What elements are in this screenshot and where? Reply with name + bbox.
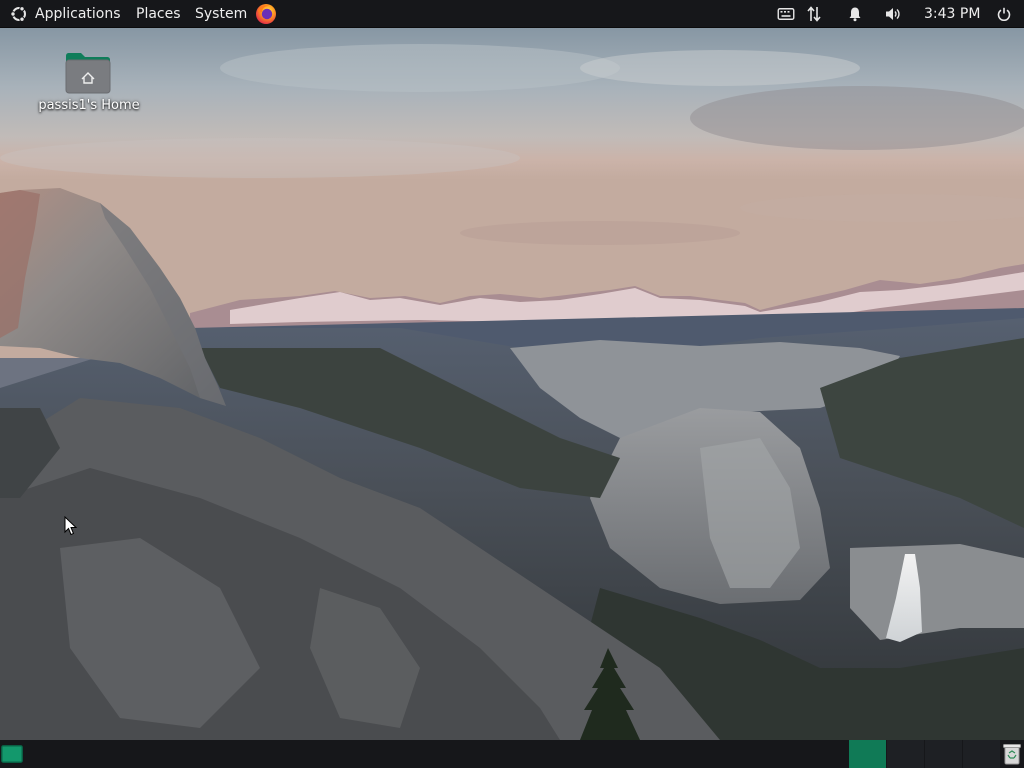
system-menu[interactable]: System xyxy=(195,0,247,28)
desktop[interactable]: passis1's Home xyxy=(0,28,1024,740)
home-folder-desktop-icon[interactable]: passis1's Home xyxy=(30,52,148,124)
workspace-switcher-2[interactable] xyxy=(887,740,924,768)
applications-menu[interactable]: Applications xyxy=(35,0,121,28)
keyboard-icon[interactable] xyxy=(776,0,796,28)
clock[interactable]: 3:43 PM xyxy=(924,0,980,28)
workspace-switcher-1[interactable] xyxy=(849,740,886,768)
home-folder-icon xyxy=(65,53,111,94)
top-panel: Applications Places System 3:43 PM xyxy=(0,0,1024,28)
workspace-switcher-3[interactable] xyxy=(925,740,962,768)
bottom-panel xyxy=(0,740,1024,768)
network-icon[interactable] xyxy=(804,0,824,28)
wallpaper xyxy=(0,28,1024,740)
show-desktop-icon[interactable] xyxy=(1,745,23,763)
power-icon[interactable] xyxy=(995,0,1013,28)
mouse-cursor-icon xyxy=(64,516,78,536)
home-folder-label: passis1's Home xyxy=(38,98,140,113)
workspace-switcher-4[interactable] xyxy=(963,740,1000,768)
bell-icon[interactable] xyxy=(846,0,864,28)
places-menu[interactable]: Places xyxy=(136,0,181,28)
trash-icon[interactable] xyxy=(1002,743,1022,765)
volume-icon[interactable] xyxy=(884,0,902,28)
firefox-icon[interactable] xyxy=(254,0,278,28)
ubuntu-logo-icon[interactable] xyxy=(8,0,30,28)
